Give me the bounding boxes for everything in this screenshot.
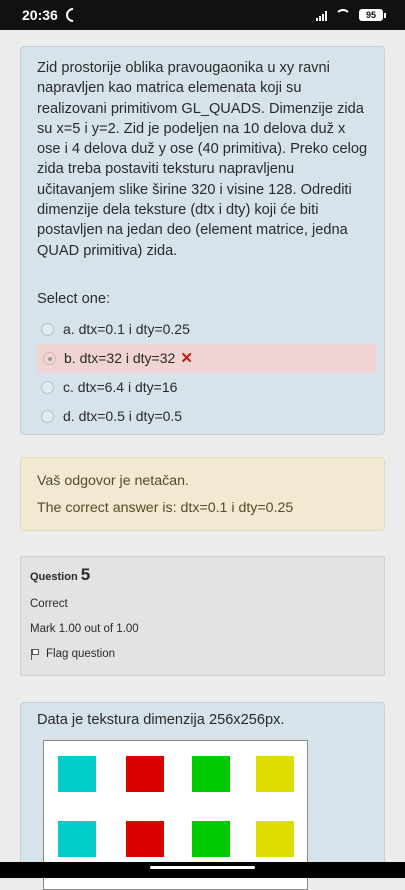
flag-question-link[interactable]: Flag question [30, 648, 375, 660]
radio-button[interactable] [43, 351, 56, 365]
battery-level: 95 [365, 10, 376, 20]
answer-option-c[interactable]: c. dtx=6.4 i dty=16 [35, 373, 368, 402]
question-number: Question 5 [30, 565, 375, 585]
answer-option-b[interactable]: b. dtx=32 i dty=32 ✕ [37, 343, 377, 373]
texture-cell-green [192, 821, 230, 857]
radio-button[interactable] [41, 380, 54, 394]
answer-list: a. dtx=0.1 i dty=0.25 b. dtx=32 i dty=32… [35, 315, 377, 431]
home-gesture-bar[interactable] [150, 866, 255, 869]
question-box: Zid prostorije oblika pravougaonika u xy… [20, 46, 385, 435]
texture-cell-red [126, 756, 164, 792]
feedback-result: Vaš odgovor je netačan. [37, 473, 189, 489]
battery-icon: 95 [359, 9, 386, 21]
answer-option-d[interactable]: d. dtx=0.5 i dty=0.5 [35, 402, 368, 431]
question-mark: Mark 1.00 out of 1.00 [30, 623, 139, 635]
navigation-bar [0, 862, 405, 878]
status-bar: 20:36 95 [0, 0, 405, 30]
answer-label: d. dtx=0.5 i dty=0.5 [63, 408, 183, 425]
wifi-icon [335, 9, 351, 21]
flag-label: Flag question [46, 648, 116, 660]
question-info-box: Question 5 Correct Mark 1.00 out of 1.00… [20, 556, 385, 676]
incorrect-icon: ✕ [180, 350, 193, 368]
answer-label: a. dtx=0.1 i dty=0.25 [63, 321, 190, 338]
select-one-label: Select one: [37, 290, 111, 307]
question-label: Question [30, 571, 78, 583]
radio-button[interactable] [41, 409, 54, 423]
do-not-disturb-icon [62, 5, 83, 25]
texture-cell-yellow [256, 821, 294, 857]
texture-cell-yellow [256, 756, 294, 792]
texture-cell-cyan [58, 821, 96, 857]
signal-icon [316, 9, 327, 21]
next-question-text: Data je tekstura dimenzija 256x256px. [37, 712, 285, 728]
answer-label: c. dtx=6.4 i dty=16 [63, 379, 178, 396]
question-text: Zid prostorije oblika pravougaonika u xy… [37, 60, 368, 259]
texture-cell-cyan [58, 756, 96, 792]
next-question-box: Data je tekstura dimenzija 256x256px. [20, 702, 385, 890]
question-state: Correct [30, 598, 68, 610]
texture-cell-red [126, 821, 164, 857]
question-number-value: 5 [80, 565, 91, 584]
status-time: 20:36 [22, 7, 58, 23]
answer-option-a[interactable]: a. dtx=0.1 i dty=0.25 [35, 315, 368, 344]
feedback-correct-answer: The correct answer is: dtx=0.1 i dty=0.2… [37, 500, 294, 516]
flag-icon [30, 649, 40, 660]
answer-label: b. dtx=32 i dty=32 [64, 350, 176, 367]
radio-button[interactable] [41, 322, 54, 336]
texture-cell-green [192, 756, 230, 792]
feedback-box: Vaš odgovor je netačan. The correct answ… [20, 457, 385, 531]
